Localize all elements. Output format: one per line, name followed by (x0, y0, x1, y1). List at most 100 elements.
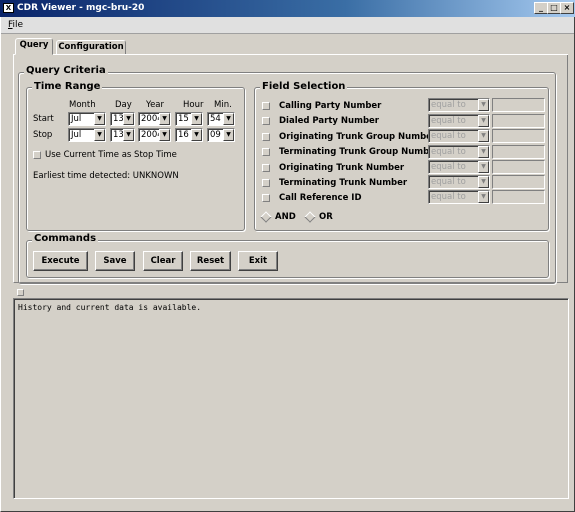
menu-bar: File (0, 17, 575, 34)
field-value-input[interactable] (492, 190, 545, 204)
start-year-select[interactable]: 2004 ▼ (138, 112, 171, 126)
and-radio[interactable] (261, 212, 270, 221)
column-month: Month (69, 100, 96, 110)
chevron-down-icon[interactable]: ▼ (94, 129, 105, 141)
field-operator-select[interactable]: equal to ▼ (428, 190, 490, 204)
splitter-grip-icon[interactable] (17, 289, 24, 296)
reset-button[interactable]: Reset (190, 251, 231, 271)
field-label: Calling Party Number (279, 101, 382, 111)
maximize-icon[interactable]: □ (547, 2, 561, 14)
stop-day-select[interactable]: 13 ▼ (110, 128, 135, 142)
field-value-input[interactable] (492, 160, 545, 174)
start-min-select[interactable]: 54 ▼ (207, 112, 235, 126)
chevron-down-icon[interactable]: ▼ (478, 176, 489, 188)
log-text: History and current data is available. (18, 303, 202, 312)
exit-button[interactable]: Exit (238, 251, 278, 271)
tab-configuration[interactable]: Configuration (56, 40, 126, 55)
field-operator-value: equal to (431, 147, 466, 157)
start-day-select[interactable]: 13 ▼ (110, 112, 135, 126)
field-value-input[interactable] (492, 129, 545, 143)
chevron-down-icon[interactable]: ▼ (223, 129, 234, 141)
chevron-down-icon[interactable]: ▼ (478, 130, 489, 142)
splitter[interactable] (0, 289, 575, 297)
field-operator-value: equal to (431, 162, 466, 172)
stop-hour-value: 16 (178, 130, 189, 140)
field-label: Terminating Trunk Number (279, 178, 408, 188)
start-min-value: 54 (210, 114, 221, 124)
field-operator-select[interactable]: equal to ▼ (428, 145, 490, 159)
field-operator-select[interactable]: equal to ▼ (428, 160, 490, 174)
field-operator-select[interactable]: equal to ▼ (428, 129, 490, 143)
field-label: Originating Trunk Number (279, 163, 405, 173)
column-hour: Hour (183, 100, 204, 110)
start-month-select[interactable]: Jul ▼ (68, 112, 106, 126)
field-operator-select[interactable]: equal to ▼ (428, 175, 490, 189)
chevron-down-icon[interactable]: ▼ (223, 113, 234, 125)
chevron-down-icon[interactable]: ▼ (478, 146, 489, 158)
chevron-down-icon[interactable]: ▼ (478, 115, 489, 127)
chevron-down-icon[interactable]: ▼ (478, 161, 489, 173)
earliest-time-label: Earliest time detected: UNKNOWN (33, 171, 179, 181)
tab-query[interactable]: Query (15, 38, 53, 55)
field-value-input[interactable] (492, 145, 545, 159)
field-selection-title: Field Selection (260, 81, 348, 92)
field-value-input[interactable] (492, 175, 545, 189)
use-current-time-checkbox[interactable] (33, 151, 41, 159)
chevron-down-icon[interactable]: ▼ (159, 113, 170, 125)
chevron-down-icon[interactable]: ▼ (191, 129, 202, 141)
field-operator-select[interactable]: equal to ▼ (428, 114, 490, 128)
chevron-down-icon[interactable]: ▼ (478, 99, 489, 111)
chevron-down-icon[interactable]: ▼ (478, 191, 489, 203)
stop-label: Stop (33, 130, 53, 140)
time-range-title: Time Range (32, 81, 103, 92)
start-label: Start (33, 114, 54, 124)
log-output-area[interactable]: History and current data is available. (13, 298, 569, 499)
minimize-icon[interactable]: _ (534, 2, 548, 14)
start-month-value: Jul (71, 114, 82, 124)
field-checkbox[interactable] (262, 164, 270, 172)
stop-min-value: 09 (210, 130, 221, 140)
column-year: Year (146, 100, 164, 110)
field-label: Call Reference ID (279, 193, 362, 203)
use-current-time-label: Use Current Time as Stop Time (45, 150, 177, 160)
field-label: Dialed Party Number (279, 116, 379, 126)
field-checkbox[interactable] (262, 179, 270, 187)
chevron-down-icon[interactable]: ▼ (123, 129, 134, 141)
field-checkbox[interactable] (262, 102, 270, 110)
column-min: Min. (214, 100, 232, 110)
column-day: Day (115, 100, 132, 110)
field-checkbox[interactable] (262, 117, 270, 125)
stop-month-select[interactable]: Jul ▼ (68, 128, 106, 142)
chevron-down-icon[interactable]: ▼ (94, 113, 105, 125)
chevron-down-icon[interactable]: ▼ (191, 113, 202, 125)
stop-year-select[interactable]: 2004 ▼ (138, 128, 171, 142)
field-operator-value: equal to (431, 116, 466, 126)
field-operator-value: equal to (431, 177, 466, 187)
field-operator-value: equal to (431, 100, 466, 110)
field-operator-value: equal to (431, 131, 466, 141)
close-icon[interactable]: × (560, 2, 574, 14)
stop-min-select[interactable]: 09 ▼ (207, 128, 235, 142)
field-checkbox[interactable] (262, 133, 270, 141)
title-bar[interactable]: X CDR Viewer - mgc-bru-20 _ □ × (0, 0, 575, 17)
field-checkbox[interactable] (262, 194, 270, 202)
chevron-down-icon[interactable]: ▼ (123, 113, 134, 125)
window-title: CDR Viewer - mgc-bru-20 (17, 3, 145, 13)
start-hour-select[interactable]: 15 ▼ (175, 112, 203, 126)
or-label: OR (319, 212, 333, 222)
field-operator-value: equal to (431, 192, 466, 202)
menu-file[interactable]: File (8, 20, 23, 30)
field-checkbox[interactable] (262, 148, 270, 156)
execute-button[interactable]: Execute (33, 251, 88, 271)
stop-month-value: Jul (71, 130, 82, 140)
save-button[interactable]: Save (95, 251, 135, 271)
field-value-input[interactable] (492, 114, 545, 128)
chevron-down-icon[interactable]: ▼ (159, 129, 170, 141)
stop-hour-select[interactable]: 16 ▼ (175, 128, 203, 142)
or-radio[interactable] (305, 212, 314, 221)
field-value-input[interactable] (492, 98, 545, 112)
clear-button[interactable]: Clear (143, 251, 183, 271)
field-label: Terminating Trunk Group Number (279, 147, 440, 157)
and-label: AND (275, 212, 296, 222)
field-operator-select[interactable]: equal to ▼ (428, 98, 490, 112)
